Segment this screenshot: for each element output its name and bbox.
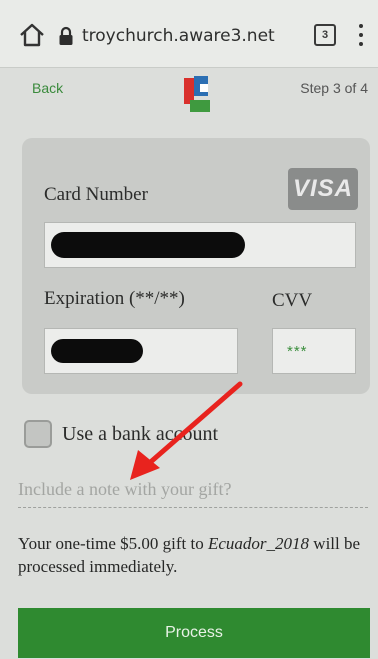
expiration-input[interactable] [44, 328, 238, 374]
church-logo-icon [180, 74, 216, 116]
expiration-label: Expiration (**/**) [44, 288, 185, 309]
bank-account-label: Use a bank account [62, 422, 219, 445]
card-panel: VISA Card Number Expiration (**/**) CVV … [22, 138, 370, 394]
gift-note-input[interactable] [18, 472, 368, 508]
card-number-input[interactable] [44, 222, 356, 268]
lock-icon [59, 26, 73, 45]
bank-account-option[interactable]: Use a bank account [24, 418, 218, 450]
redaction-mark [51, 339, 143, 363]
back-link[interactable]: Back [32, 80, 63, 96]
cvv-input[interactable]: *** [272, 328, 356, 374]
redaction-mark [51, 232, 245, 258]
screen: troychurch.aware3.net 3 Back Step 3 of 4… [0, 0, 378, 659]
browser-toolbar: troychurch.aware3.net 3 [0, 0, 378, 68]
tabs-icon[interactable]: 3 [314, 24, 336, 46]
address-bar[interactable]: troychurch.aware3.net [58, 16, 298, 56]
cvv-label: CVV [272, 290, 313, 311]
more-vert-icon[interactable] [356, 22, 366, 48]
app-header: Back Step 3 of 4 [0, 68, 378, 120]
summary-prefix: Your one-time $5.00 gift to [18, 534, 208, 553]
gift-summary: Your one-time $5.00 gift to Ecuador_2018… [18, 532, 370, 578]
step-indicator: Step 3 of 4 [300, 80, 368, 96]
cvv-value: *** [287, 343, 308, 360]
card-number-label: Card Number [44, 184, 148, 205]
home-icon[interactable] [18, 22, 46, 48]
visa-icon: VISA [288, 168, 358, 210]
tab-count: 3 [321, 29, 329, 41]
process-button[interactable]: Process [18, 608, 370, 658]
bank-account-checkbox[interactable] [24, 420, 52, 448]
url-text: troychurch.aware3.net [82, 26, 275, 46]
summary-fund: Ecuador_2018 [208, 534, 310, 553]
